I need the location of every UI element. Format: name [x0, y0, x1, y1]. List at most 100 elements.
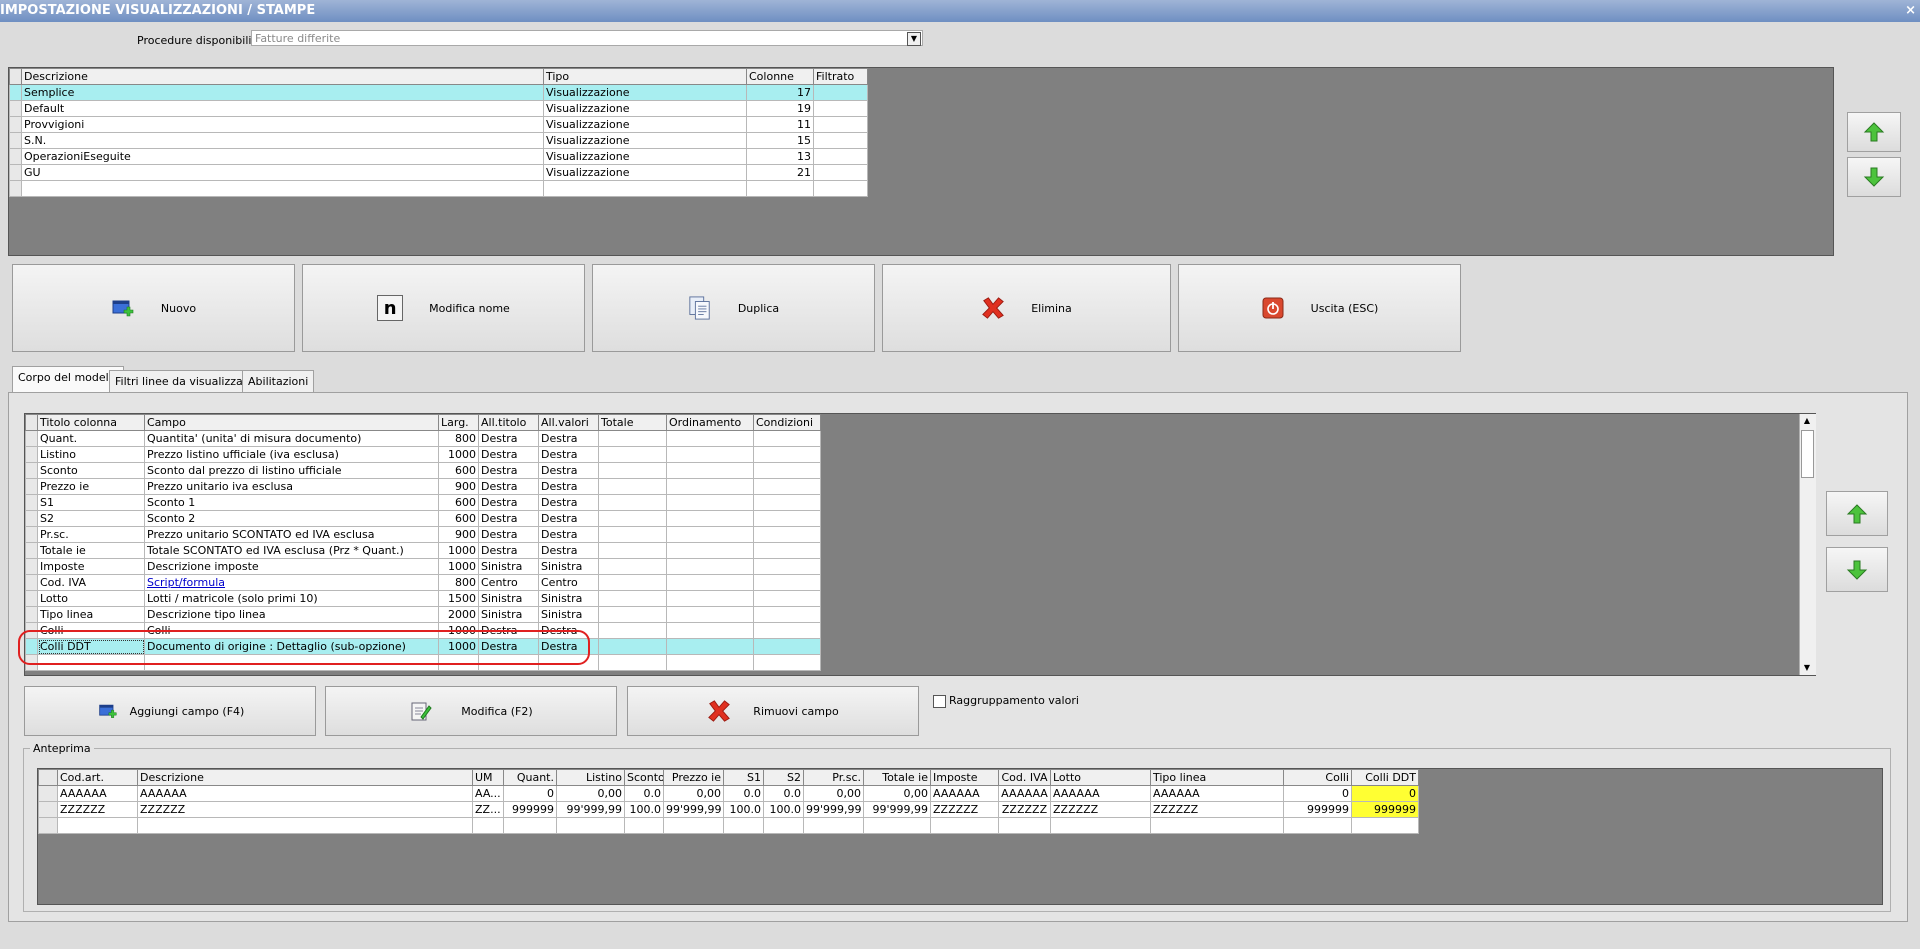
fields-header-row: Titolo colonna Campo Larg. All.titolo Al…	[25, 414, 821, 431]
cell[interactable]	[813, 164, 868, 181]
cell[interactable]	[813, 84, 868, 101]
procedure-select[interactable]: Fatture differite ▼	[251, 30, 923, 46]
col-header[interactable]: All.valori	[538, 414, 599, 431]
col-header[interactable]: Prezzo ie	[663, 769, 724, 786]
move-down-button[interactable]	[1847, 157, 1901, 197]
col-header[interactable]: Descrizione	[21, 68, 544, 85]
col-header[interactable]: Cod. IVA	[998, 769, 1051, 786]
col-header[interactable]: Larg.	[438, 414, 479, 431]
fields-scrollbar[interactable]: ▲ ▼	[1799, 414, 1816, 675]
col-header[interactable]: Cod.art.	[57, 769, 138, 786]
col-header[interactable]: Sconto	[624, 769, 664, 786]
cell[interactable]: S.N.	[21, 132, 544, 149]
cell[interactable]: Default	[21, 100, 544, 117]
col-header[interactable]: Quant.	[503, 769, 557, 786]
cell[interactable]	[813, 116, 868, 133]
tab-filtri-linee[interactable]: Filtri linee da visualizzare	[109, 370, 260, 392]
table-row[interactable]: Imposte Descrizione imposte 1000 Sinistra Si…	[25, 558, 821, 575]
col-header[interactable]: Colonne	[746, 68, 814, 85]
table-row[interactable]: AAAAAA AAAAAA AA... 0 0,00 0.0 0,00 0.0 …	[38, 785, 1419, 802]
col-header[interactable]: Lotto	[1050, 769, 1151, 786]
table-row[interactable]: Lotto Lotti / matricole (solo primi 10) 15…	[25, 590, 821, 607]
cell[interactable]: Visualizzazione	[543, 148, 747, 165]
grouping-checkbox[interactable]: Raggruppamento valori	[933, 694, 1079, 708]
cell[interactable]: 19	[746, 100, 814, 117]
col-header[interactable]: Ordinamento	[666, 414, 754, 431]
table-row[interactable]: Prezzo ie Prezzo unitario iva esclusa 900 D…	[25, 478, 821, 495]
chevron-down-icon[interactable]: ▼	[907, 32, 921, 46]
table-row[interactable]: Tipo linea Descrizione tipo linea 2000 Sini…	[25, 606, 821, 623]
col-header[interactable]: Tipo	[543, 68, 747, 85]
col-header[interactable]: S1	[723, 769, 764, 786]
cell[interactable]: GU	[21, 164, 544, 181]
table-row[interactable]: Cod. IVA Script/formula 800 Centro Centro	[25, 574, 821, 591]
col-header[interactable]: Condizioni	[753, 414, 821, 431]
checkbox-box[interactable]	[933, 694, 946, 708]
cell[interactable]: Visualizzazione	[543, 132, 747, 149]
cell[interactable]: Visualizzazione	[543, 100, 747, 117]
tab-corpo-modello[interactable]: Corpo del modello	[12, 366, 125, 392]
new-button[interactable]: Nuovo	[12, 264, 295, 352]
table-row[interactable]: Pr.sc. Prezzo unitario SCONTATO ed IVA es…	[25, 526, 821, 543]
cell[interactable]: Visualizzazione	[543, 84, 747, 101]
col-header[interactable]: S2	[763, 769, 804, 786]
table-row[interactable]: S2 Sconto 2 600 Destra Destra	[25, 510, 821, 527]
scroll-up-icon[interactable]: ▲	[1802, 416, 1812, 426]
col-header[interactable]: Listino	[556, 769, 625, 786]
cell[interactable]	[813, 132, 868, 149]
cell[interactable]: Semplice	[21, 84, 544, 101]
table-row[interactable]: Quant. Quantita' (unita' di misura docume…	[25, 430, 821, 447]
field-move-up-button[interactable]	[1826, 491, 1888, 536]
col-header[interactable]: Titolo colonna	[37, 414, 145, 431]
cell[interactable]: 15	[746, 132, 814, 149]
rename-button[interactable]: n Modifica nome	[302, 264, 585, 352]
tab-abilitazioni[interactable]: Abilitazioni	[242, 370, 315, 392]
cell[interactable]: Visualizzazione	[543, 164, 747, 181]
cell[interactable]: 21	[746, 164, 814, 181]
cell[interactable]	[813, 148, 868, 165]
field-move-down-button[interactable]	[1826, 547, 1888, 592]
table-row[interactable]: Sconto Sconto dal prezzo di listino uffic…	[25, 462, 821, 479]
cell[interactable]: Visualizzazione	[543, 116, 747, 133]
col-header[interactable]: Imposte	[930, 769, 999, 786]
table-row[interactable]: OperazioniEseguite Visualizzazione 13	[9, 148, 868, 165]
col-header[interactable]: UM	[472, 769, 504, 786]
table-row[interactable]: Default Visualizzazione 19	[9, 100, 868, 117]
col-header[interactable]: Colli DDT	[1351, 769, 1419, 786]
table-row[interactable]: Provvigioni Visualizzazione 11	[9, 116, 868, 133]
table-row-empty[interactable]	[9, 180, 868, 197]
scroll-down-icon[interactable]: ▼	[1802, 663, 1812, 673]
close-icon[interactable]: ×	[1905, 0, 1916, 22]
table-row[interactable]: S.N. Visualizzazione 15	[9, 132, 868, 149]
col-header[interactable]: Campo	[144, 414, 439, 431]
cell[interactable]: 11	[746, 116, 814, 133]
delete-button[interactable]: Elimina	[882, 264, 1171, 352]
cell[interactable]: Provvigioni	[21, 116, 544, 133]
cell[interactable]: 13	[746, 148, 814, 165]
exit-button[interactable]: Uscita (ESC)	[1178, 264, 1461, 352]
script-formula-link[interactable]: Script/formula	[147, 576, 225, 589]
col-header[interactable]: Descrizione	[137, 769, 473, 786]
table-row[interactable]: S1 Sconto 1 600 Destra Destra	[25, 494, 821, 511]
col-header[interactable]: Colli	[1283, 769, 1352, 786]
table-row[interactable]: ZZZZZZ ZZZZZZ ZZ... 999999 99'999,99 100…	[38, 801, 1419, 818]
remove-field-button[interactable]: Rimuovi campo	[627, 686, 919, 736]
cell[interactable]	[813, 100, 868, 117]
add-field-button[interactable]: Aggiungi campo (F4)	[24, 686, 316, 736]
edit-field-button[interactable]: Modifica (F2)	[325, 686, 617, 736]
table-row[interactable]: Listino Prezzo listino ufficiale (iva esc…	[25, 446, 821, 463]
col-header[interactable]: Totale ie	[863, 769, 931, 786]
scroll-thumb[interactable]	[1801, 430, 1814, 478]
col-header[interactable]: Filtrato	[813, 68, 868, 85]
col-header[interactable]: Totale	[598, 414, 667, 431]
col-header[interactable]: Tipo linea	[1150, 769, 1284, 786]
table-row[interactable]: Totale ie Totale SCONTATO ed IVA esclusa …	[25, 542, 821, 559]
duplicate-button[interactable]: Duplica	[592, 264, 875, 352]
table-row[interactable]: Semplice Visualizzazione 17	[9, 84, 868, 101]
col-header[interactable]: Pr.sc.	[803, 769, 864, 786]
col-header[interactable]: All.titolo	[478, 414, 539, 431]
table-row[interactable]: GU Visualizzazione 21	[9, 164, 868, 181]
cell[interactable]: 17	[746, 84, 814, 101]
move-up-button[interactable]	[1847, 112, 1901, 152]
cell[interactable]: OperazioniEseguite	[21, 148, 544, 165]
